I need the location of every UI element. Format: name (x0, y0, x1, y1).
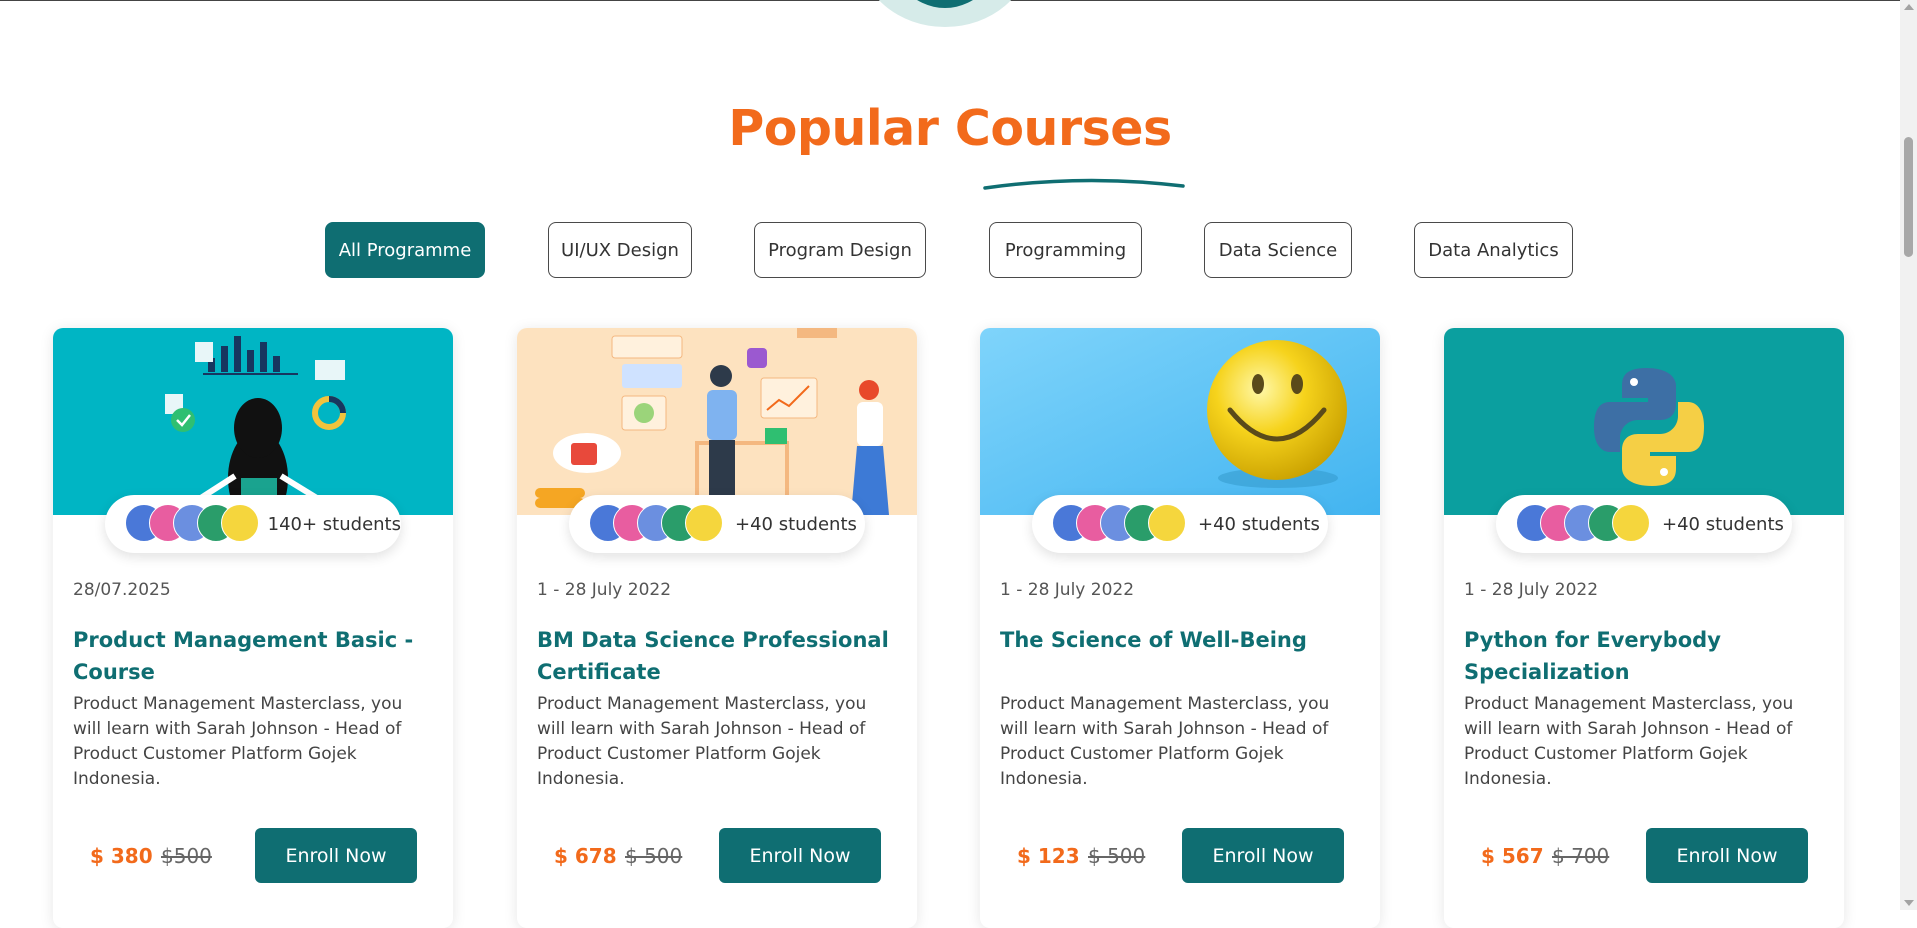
vertical-scrollbar[interactable] (1900, 0, 1917, 910)
course-price: $ 567 (1481, 844, 1544, 868)
course-old-price: $ 700 (1552, 844, 1610, 868)
course-date: 1 - 28 July 2022 (1464, 580, 1599, 600)
enroll-now-button[interactable]: Enroll Now (719, 828, 881, 883)
course-image-product-management (53, 328, 453, 515)
students-pill: 140+ students (105, 495, 401, 553)
course-filter-tabs: All Programme UI/UX Design Program Desig… (0, 222, 1900, 278)
filter-programming[interactable]: Programming (989, 222, 1142, 278)
course-title[interactable]: Product Management Basic - Course (73, 624, 433, 688)
students-pill: +40 students (1496, 495, 1792, 553)
student-avatars (589, 504, 725, 544)
filter-ui-ux-design[interactable]: UI/UX Design (548, 222, 692, 278)
course-card[interactable]: +40 students 1 - 28 July 2022 The Scienc… (980, 328, 1380, 928)
filter-data-analytics[interactable]: Data Analytics (1414, 222, 1573, 278)
course-description: Product Management Masterclass, you will… (73, 694, 403, 789)
title-underline (983, 178, 1185, 190)
student-avatars (1052, 504, 1188, 544)
course-title[interactable]: BM Data Science Professional Certificate (537, 624, 897, 688)
student-count: +40 students (1198, 513, 1320, 535)
course-image-well-being (980, 328, 1380, 515)
scroll-up-arrow-icon[interactable] (1904, 4, 1914, 10)
filter-data-science[interactable]: Data Science (1204, 222, 1352, 278)
course-description: Product Management Masterclass, you will… (537, 694, 867, 789)
enroll-now-button[interactable]: Enroll Now (255, 828, 417, 883)
student-count: +40 students (1662, 513, 1784, 535)
avatar (1612, 504, 1650, 542)
students-pill: +40 students (569, 495, 865, 553)
course-old-price: $500 (161, 844, 212, 868)
course-old-price: $ 500 (625, 844, 683, 868)
course-title[interactable]: The Science of Well-Being (1000, 624, 1360, 656)
avatar (1148, 504, 1186, 542)
course-description: Product Management Masterclass, you will… (1000, 694, 1330, 789)
course-price: $ 380 (90, 844, 153, 868)
scrollbar-thumb[interactable] (1904, 137, 1913, 257)
course-card[interactable]: +40 students 1 - 28 July 2022 Python for… (1444, 328, 1844, 928)
course-date: 1 - 28 July 2022 (1000, 580, 1135, 600)
course-image-python (1444, 328, 1844, 515)
course-card[interactable]: 140+ students 28/07.2025 Product Managem… (53, 328, 453, 928)
section-title: Popular Courses (728, 100, 1172, 157)
avatar (221, 504, 259, 542)
student-avatars (125, 504, 259, 544)
scroll-down-arrow-icon[interactable] (1904, 900, 1914, 906)
course-card[interactable]: +40 students 1 - 28 July 2022 BM Data Sc… (517, 328, 917, 928)
student-count: +40 students (735, 513, 857, 535)
course-image-data-science (517, 328, 917, 515)
filter-program-design[interactable]: Program Design (754, 222, 926, 278)
course-price: $ 123 (1017, 844, 1080, 868)
course-date: 28/07.2025 (73, 580, 171, 600)
enroll-now-button[interactable]: Enroll Now (1646, 828, 1808, 883)
course-title[interactable]: Python for Everybody Specialization (1464, 624, 1824, 688)
enroll-now-button[interactable]: Enroll Now (1182, 828, 1344, 883)
students-pill: +40 students (1032, 495, 1328, 553)
student-avatars (1516, 504, 1652, 544)
avatar (685, 504, 723, 542)
student-count: 140+ students (267, 513, 401, 535)
course-date: 1 - 28 July 2022 (537, 580, 672, 600)
course-old-price: $ 500 (1088, 844, 1146, 868)
course-description: Product Management Masterclass, you will… (1464, 694, 1794, 789)
course-price: $ 678 (554, 844, 617, 868)
decorative-circle (860, 0, 1030, 27)
filter-all-programme[interactable]: All Programme (325, 222, 485, 278)
